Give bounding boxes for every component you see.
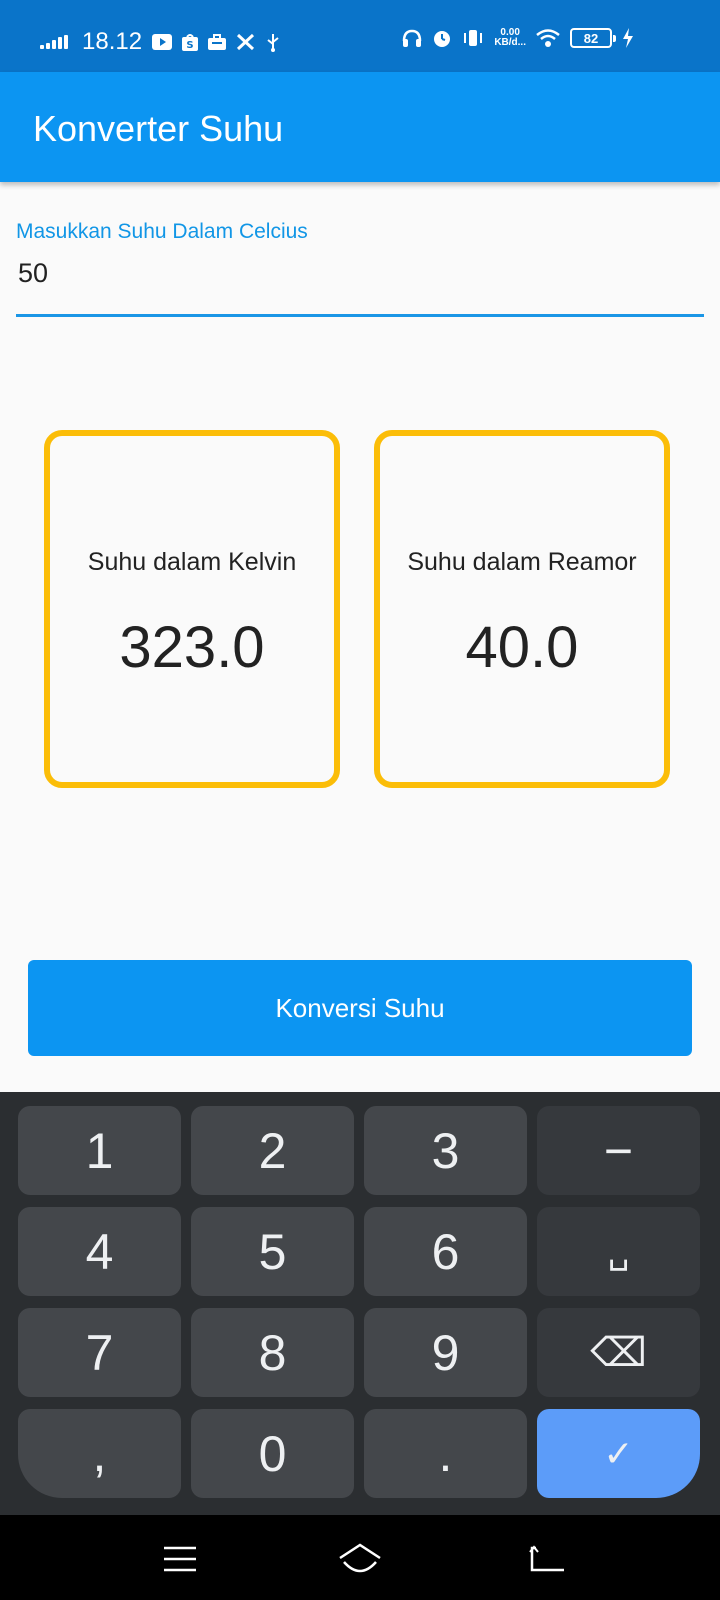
alarm-icon [432,28,452,48]
key-5[interactable]: 5 [191,1207,354,1296]
key-7[interactable]: 7 [18,1308,181,1397]
tools-icon [236,33,256,51]
kelvin-value: 323.0 [119,615,265,680]
key-3[interactable]: 3 [364,1106,527,1195]
vibrate-icon [462,29,484,47]
key-backspace[interactable]: ⌫ [537,1308,700,1397]
key-space[interactable]: ␣ [537,1207,700,1296]
reamur-result-card: Suhu dalam Reamor 40.0 [374,430,670,788]
status-right: 0.00 KB/d... 82 [402,28,634,48]
navigation-bar [0,1515,720,1600]
signal-icon [40,35,68,49]
key-enter[interactable]: ✓ [537,1409,700,1498]
key-period[interactable]: . [364,1409,527,1498]
net-speed: 0.00 KB/d... [494,27,526,48]
status-time: 18.12 [82,28,143,55]
app-title: Konverter Suhu [33,108,284,149]
key-1[interactable]: 1 [18,1106,181,1195]
usb-icon [266,32,280,52]
celcius-input[interactable]: 50 [18,258,48,289]
charging-icon [622,28,634,48]
key-0[interactable]: 0 [191,1409,354,1498]
back-icon[interactable] [518,1537,578,1581]
battery-icon: 82 [570,28,616,48]
key-minus[interactable]: − [537,1106,700,1195]
reamur-label: Suhu dalam Reamor [407,548,637,576]
home-icon[interactable] [330,1537,390,1581]
kelvin-label: Suhu dalam Kelvin [87,548,297,576]
key-8[interactable]: 8 [191,1308,354,1397]
youtube-icon [152,34,173,50]
key-4[interactable]: 4 [18,1207,181,1296]
svg-text:S: S [186,40,193,51]
key-comma[interactable]: , [18,1409,181,1498]
numeric-keyboard: 1 2 3 − 4 5 6 ␣ 7 8 9 ⌫ , 0 . ✓ [0,1092,720,1515]
menu-icon[interactable] [150,1537,210,1581]
key-2[interactable]: 2 [191,1106,354,1195]
kelvin-result-card: Suhu dalam Kelvin 323.0 [44,430,340,788]
status-left: 18.12 S [40,28,280,56]
app-bar: Konverter Suhu [0,72,720,182]
key-9[interactable]: 9 [364,1308,527,1397]
input-underline [16,314,704,317]
convert-button[interactable]: Konversi Suhu [28,960,692,1056]
key-6[interactable]: 6 [364,1207,527,1296]
celcius-input-field[interactable]: Masukkan Suhu Dalam Celcius 50 [16,220,704,320]
briefcase-icon [208,34,227,50]
status-bar: 18.12 S 0.00 KB/d... 82 [0,0,720,72]
celcius-input-label: Masukkan Suhu Dalam Celcius [16,220,308,243]
headphones-icon [402,29,422,47]
reamur-value: 40.0 [465,615,579,680]
shopee-icon: S [182,33,199,51]
wifi-icon [536,29,560,47]
